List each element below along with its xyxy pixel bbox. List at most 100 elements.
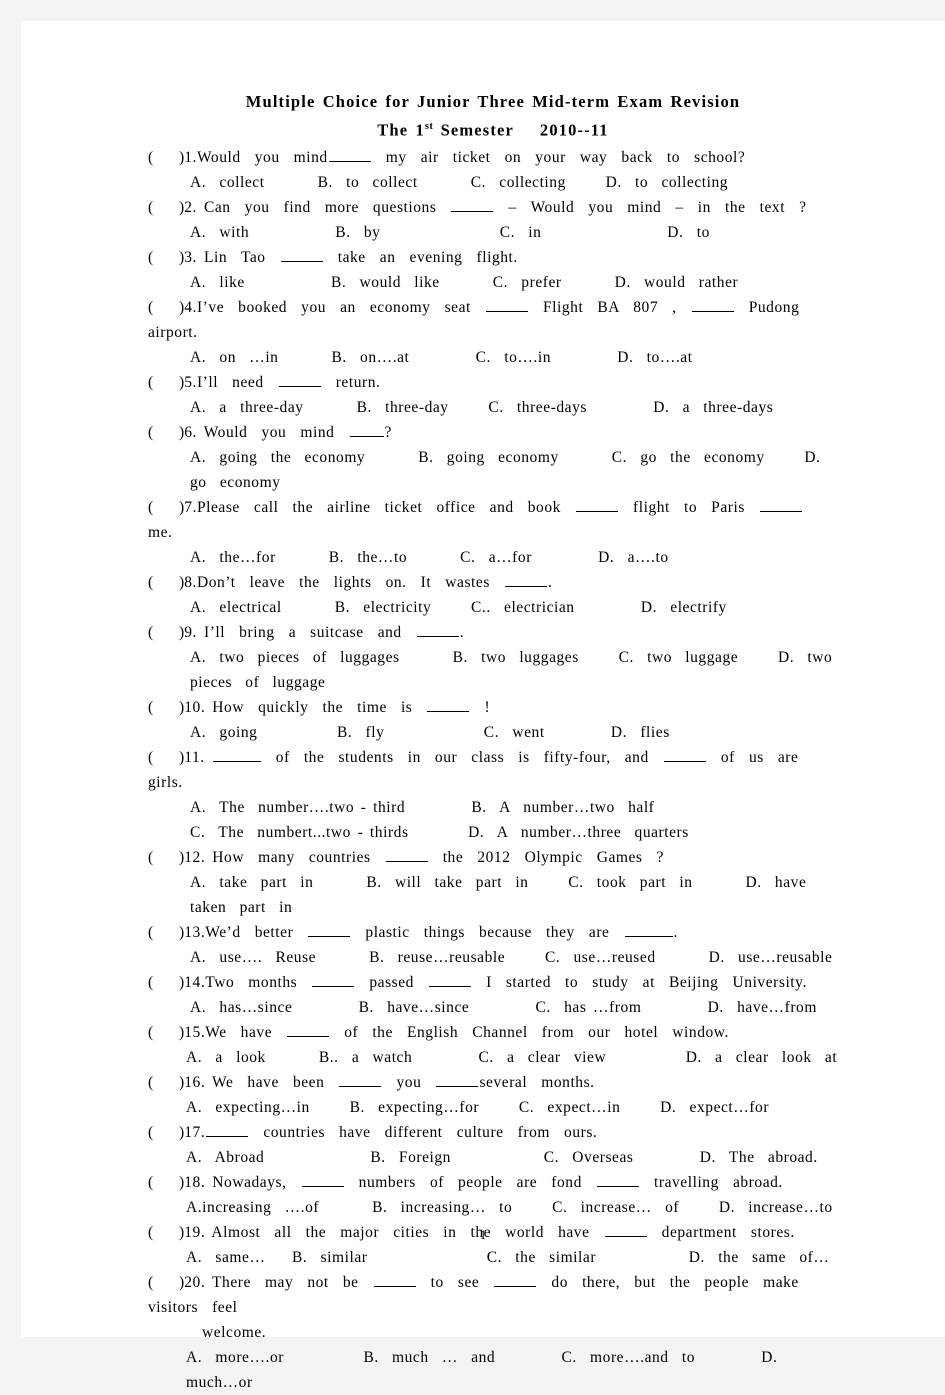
stem-text-b: take an evening flight. [323,248,518,266]
stem-text-a: Nowadays, [205,1173,301,1191]
fill-blank[interactable] [312,972,355,987]
fill-blank[interactable] [278,372,321,387]
question-options[interactable]: A. electrical B. electricity C.. electri… [148,595,838,620]
question-options[interactable]: A. has…since B. have…since C. has …from … [148,995,838,1020]
fill-blank[interactable] [494,1272,537,1287]
answer-box[interactable]: ( ) [148,1074,184,1091]
fill-blank[interactable] [301,1172,344,1187]
question-options[interactable]: A. expecting…in B. expecting…for C. expe… [148,1095,838,1120]
question-number: 6. [184,423,197,441]
stem-text-b: to see [416,1273,494,1291]
answer-box[interactable]: ( ) [148,699,184,716]
question-stem: ( )6. Would you mind ? [148,420,838,445]
fill-blank[interactable] [427,697,470,712]
question-options[interactable]: A. going B. fly C. went D. flies [148,720,838,745]
question-options[interactable]: A.increasing ….of B. increasing… to C. i… [148,1195,838,1220]
question-number: 9. [184,623,197,641]
fill-blank[interactable] [280,247,323,262]
stem-text-a: We have been [205,1073,339,1091]
question-item: ( )8.Don’t leave the lights on. It waste… [148,570,838,620]
fill-blank[interactable] [339,1072,382,1087]
stem-text-b: passed [355,973,429,991]
question-number: 8. [184,573,197,591]
answer-box[interactable]: ( ) [148,149,184,166]
fill-blank[interactable] [206,1122,249,1137]
question-options[interactable]: A. a three-day B. three-day C. three-day… [148,395,838,420]
question-number: 3. [184,248,197,266]
question-options[interactable]: A. take part in B. will take part in C. … [148,870,838,920]
fill-blank[interactable] [596,1172,639,1187]
fill-blank[interactable] [212,747,261,762]
question-stem: ( )3. Lin Tao take an evening flight. [148,245,838,270]
answer-box[interactable]: ( ) [148,424,184,441]
stem-text-b: of the English Channel from our hotel wi… [330,1023,729,1041]
answer-box[interactable]: ( ) [148,249,184,266]
question-stem: ( )14.Two months passed I started to stu… [148,970,838,995]
question-options[interactable]: A. same… B. similar C. the similar D. th… [148,1245,838,1270]
stem-text-b: my air ticket on your way back to school… [371,148,746,166]
question-options[interactable]: A. a look B.. a watch C. a clear view D.… [148,1045,838,1070]
fill-blank[interactable] [624,922,673,937]
fill-blank[interactable] [429,972,472,987]
answer-box[interactable]: ( ) [148,1024,184,1041]
fill-blank[interactable] [451,197,494,212]
question-options[interactable]: A. Abroad B. Foreign C. Overseas D. The … [148,1145,838,1170]
question-options[interactable]: A. collect B. to collect C. collecting D… [148,170,838,195]
question-item: ( )15.We have of the English Channel fro… [148,1020,838,1070]
answer-box[interactable]: ( ) [148,299,184,316]
fill-blank[interactable] [485,297,528,312]
stem-text-b: Flight BA 807 , [528,298,691,316]
stem-text-a: Please call the airline ticket office an… [196,498,575,516]
answer-box[interactable]: ( ) [148,924,184,941]
question-stem: ( )16. We have been you several months. [148,1070,838,1095]
fill-blank[interactable] [287,1022,330,1037]
fill-blank[interactable] [308,922,351,937]
fill-blank[interactable] [663,747,706,762]
question-options[interactable]: A. like B. would like C. prefer D. would… [148,270,838,295]
question-stem: ( )13.We’d better plastic things because… [148,920,838,945]
question-number: 7. [184,498,197,516]
answer-box[interactable]: ( ) [148,1174,184,1191]
fill-blank[interactable] [575,497,618,512]
fill-blank[interactable] [349,422,384,437]
question-item: ( )18. Nowadays, numbers of people are f… [148,1170,838,1220]
exam-sheet: Multiple Choice for Junior Three Mid-ter… [148,89,838,1395]
answer-box[interactable]: ( ) [148,1124,184,1141]
question-stem: ( )12. How many countries the 2012 Olymp… [148,845,838,870]
fill-blank[interactable] [691,297,734,312]
question-stem: ( )18. Nowadays, numbers of people are f… [148,1170,838,1195]
stem-text-b: the 2012 Olympic Games ? [428,848,664,866]
question-options[interactable]: A. on …in B. on….at C. to….in D. to….at [148,345,838,370]
fill-blank[interactable] [504,572,547,587]
question-number: 15. [184,1023,206,1041]
fill-blank[interactable] [373,1272,416,1287]
answer-box[interactable]: ( ) [148,1274,184,1291]
answer-box[interactable]: ( ) [148,574,184,591]
answer-box[interactable]: ( ) [148,749,184,766]
question-options[interactable]: A. The number….two - third B. A number…t… [148,795,838,820]
stem-text-a: Would you mind [196,423,349,441]
answer-box[interactable]: ( ) [148,624,184,641]
question-options[interactable]: A. use…. Reuse B. reuse…reusable C. use…… [148,945,838,970]
fill-blank[interactable] [759,497,802,512]
question-options[interactable]: A. with B. by C. in D. to [148,220,838,245]
question-options[interactable]: A. going the economy B. going economy C.… [148,445,838,495]
answer-box[interactable]: ( ) [148,199,184,216]
answer-box[interactable]: ( ) [148,499,184,516]
stem-text-a: There may not be [205,1273,373,1291]
question-options[interactable]: A. the…for B. the…to C. a…for D. a….to [148,545,838,570]
question-number: 10. [184,698,206,716]
question-options-second-line[interactable]: C. The numbert...two - thirds D. A numbe… [148,820,838,845]
fill-blank[interactable] [385,847,428,862]
question-options[interactable]: A. more….or B. much … and C. more….and t… [148,1345,838,1395]
question-options[interactable]: A. two pieces of luggages B. two luggage… [148,645,838,695]
fill-blank[interactable] [416,622,459,637]
fill-blank[interactable] [328,147,371,162]
stem-text-b: of the students in our class is fifty-fo… [261,748,663,766]
question-number: 2. [184,198,197,216]
question-item: ( )4.I’ve booked you an economy seat Fli… [148,295,838,370]
answer-box[interactable]: ( ) [148,974,184,991]
answer-box[interactable]: ( ) [148,374,184,391]
answer-box[interactable]: ( ) [148,849,184,866]
fill-blank[interactable] [436,1072,479,1087]
